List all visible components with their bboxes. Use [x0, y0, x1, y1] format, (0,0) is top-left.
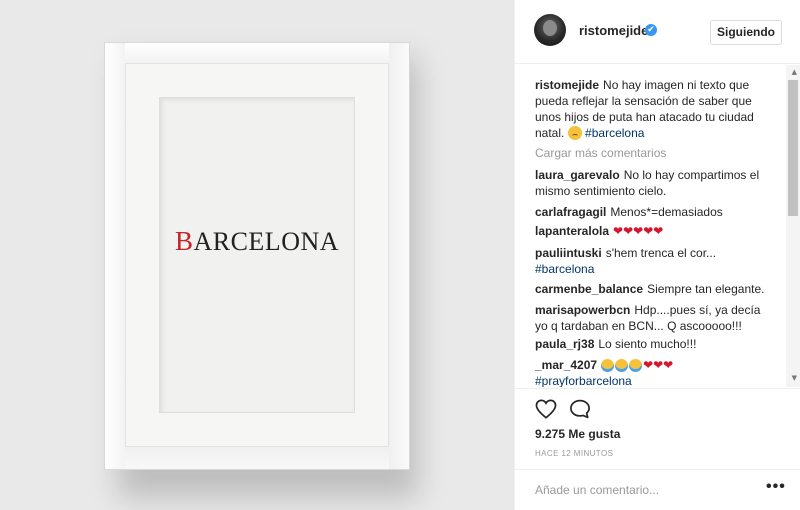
- comment-text: Menos*=demasiados: [610, 205, 723, 219]
- caption-hashtag[interactable]: #barcelona: [585, 126, 644, 140]
- avatar[interactable]: [534, 14, 566, 46]
- frame-bevel-left: [105, 43, 125, 469]
- comment-item: carmenbe_balance Siempre tan elegante.: [535, 281, 775, 297]
- more-options-icon[interactable]: •••: [766, 478, 786, 496]
- likes-count[interactable]: 9.275 Me gusta: [535, 427, 620, 441]
- load-more-comments-link[interactable]: Cargar más comentarios: [535, 146, 666, 160]
- comment-item: marisapowerbcn Hdp....pues sí, ya decía y…: [535, 302, 775, 334]
- comment-item: paula_rj38 Lo siento mucho!!!: [535, 336, 775, 352]
- comment-item: pauliintuski s'hem trenca el cor... #barc…: [535, 245, 775, 277]
- comment-text: s'hem trenca el cor...: [605, 246, 717, 260]
- caption-username[interactable]: ristomejide: [535, 78, 599, 92]
- artwork-rest: ARCELONA: [193, 227, 340, 256]
- frame-mat: BARCELONA: [125, 63, 389, 447]
- comment-username[interactable]: _mar_4207: [535, 358, 597, 372]
- frame-bevel-bottom: [105, 447, 409, 469]
- comment-item: lapanteralola ❤❤❤❤❤: [535, 223, 775, 239]
- framed-artwork: BARCELONA: [159, 97, 355, 413]
- author-username[interactable]: ristomejide: [579, 23, 648, 38]
- comment-text: Lo siento mucho!!!: [598, 337, 697, 351]
- comments-list[interactable]: ristomejide No hay imagen ni texto que pu…: [515, 65, 800, 387]
- crying-face-emoji-icon: [601, 359, 615, 372]
- comment-username[interactable]: carlafragagil: [535, 205, 606, 219]
- verified-badge-icon: ✔: [645, 24, 657, 36]
- crying-face-emoji-icon: [615, 359, 629, 372]
- frame-bevel-right: [389, 43, 409, 469]
- sad-face-emoji-icon: [567, 126, 582, 140]
- comment-item: carlafragagil Menos*=demasiados: [535, 204, 775, 220]
- artwork-text: BARCELONA: [160, 226, 354, 257]
- artwork-first-letter: B: [174, 226, 194, 256]
- comment-username[interactable]: lapanteralola: [535, 224, 609, 238]
- comment-username[interactable]: paula_rj38: [535, 337, 594, 351]
- caption: ristomejide No hay imagen ni texto que pu…: [535, 77, 775, 141]
- comment-text: Siempre tan elegante.: [647, 282, 765, 296]
- post-header: ristomejide ✔ Siguiendo: [515, 0, 800, 64]
- hearts-emoji-icon: ❤❤❤: [643, 358, 674, 372]
- frame-bevel-top: [105, 43, 409, 63]
- comment-item: laura_garevalo No lo hay compartimos el m…: [535, 167, 775, 199]
- add-comment-bar: •••: [515, 469, 800, 510]
- comment-item: _mar_4207 ❤❤❤ #prayforbarcelona: [535, 357, 775, 387]
- post-actions: 9.275 Me gusta HACE 12 MINUTOS •••: [515, 388, 800, 508]
- scroll-up-arrow-icon[interactable]: ▲: [792, 68, 797, 76]
- add-comment-input[interactable]: [535, 481, 755, 499]
- comment-username[interactable]: pauliintuski: [535, 246, 602, 260]
- comment-hashtag[interactable]: #prayforbarcelona: [535, 374, 632, 387]
- scroll-down-arrow-icon[interactable]: ▼: [792, 374, 797, 382]
- scrollbar-thumb[interactable]: [788, 80, 798, 216]
- crying-face-emoji-icon: [629, 359, 643, 372]
- comment-username[interactable]: carmenbe_balance: [535, 282, 643, 296]
- picture-frame: BARCELONA: [104, 42, 410, 470]
- comment-bubble-icon[interactable]: [569, 399, 591, 422]
- post-photo[interactable]: BARCELONA: [0, 0, 514, 510]
- comment-hashtag[interactable]: #barcelona: [535, 262, 594, 276]
- post-side-panel: ristomejide ✔ Siguiendo ristomejide No ha…: [514, 0, 800, 510]
- comment-username[interactable]: laura_garevalo: [535, 168, 620, 182]
- hearts-emoji-icon: ❤❤❤❤❤: [613, 224, 664, 238]
- following-button[interactable]: Siguiendo: [710, 20, 782, 45]
- post-timestamp[interactable]: HACE 12 MINUTOS: [535, 449, 613, 458]
- comment-username[interactable]: marisapowerbcn: [535, 303, 630, 317]
- like-heart-icon[interactable]: [535, 399, 557, 422]
